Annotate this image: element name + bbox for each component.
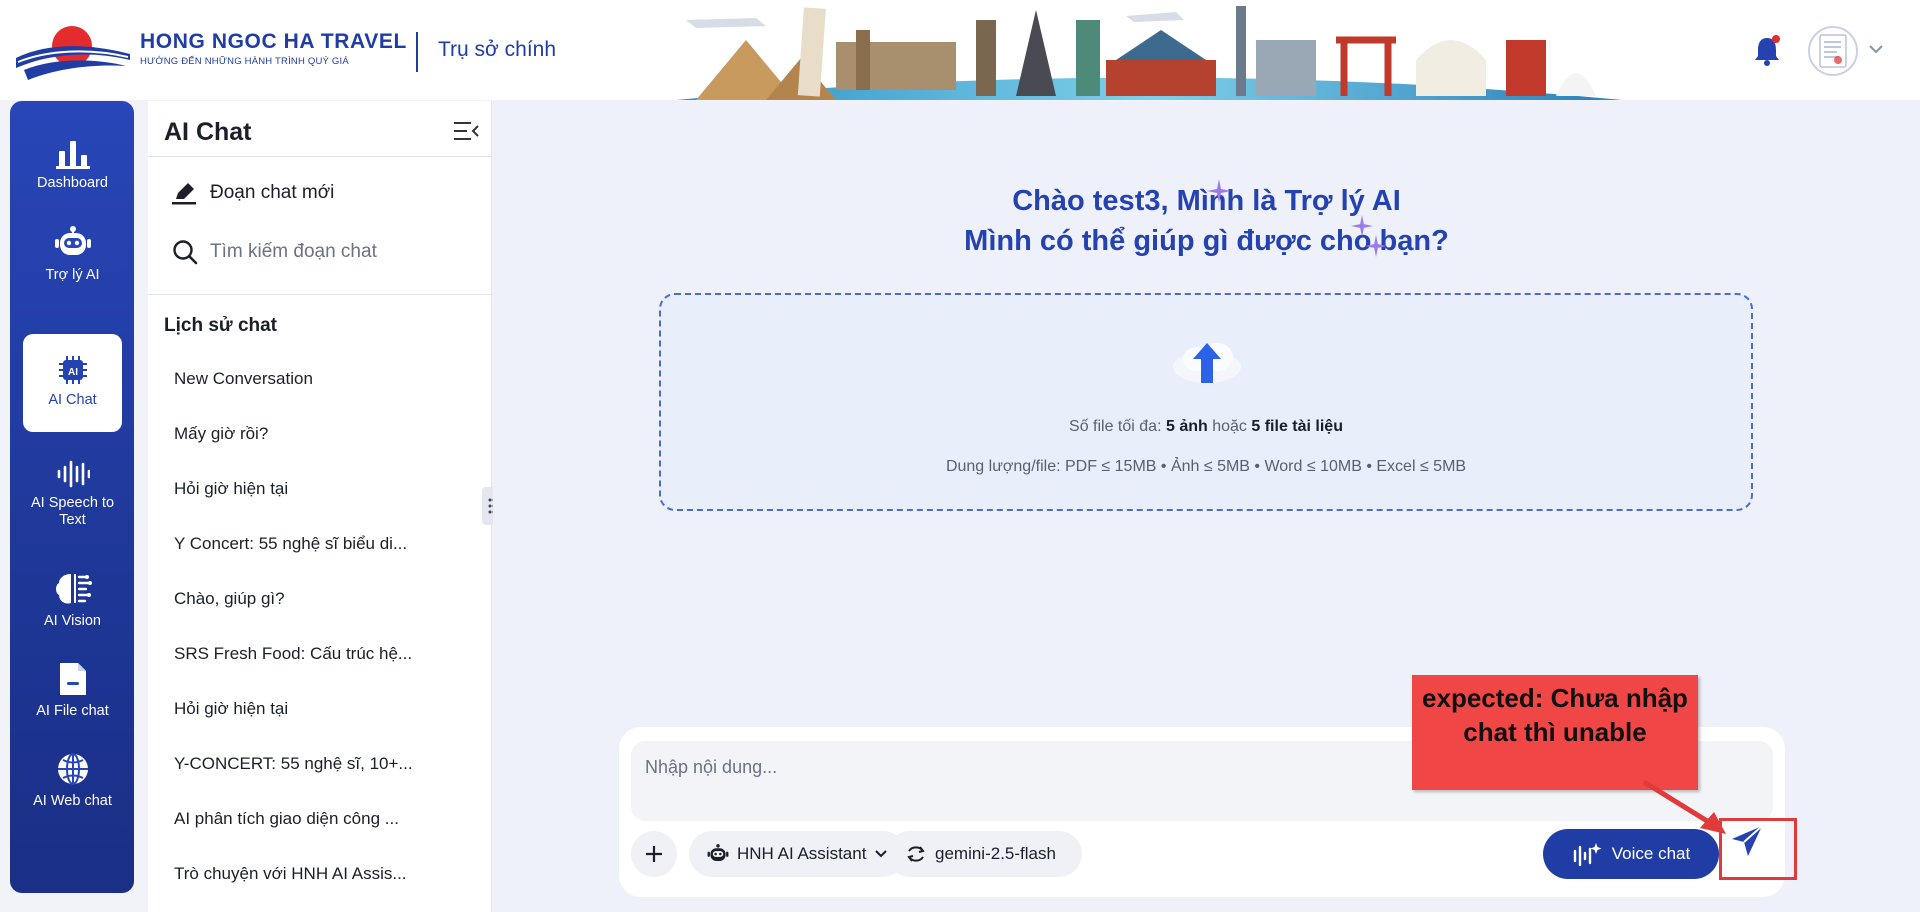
swap-icon: [907, 846, 925, 862]
nav-label: AI Speech to Text: [30, 495, 115, 528]
office-name[interactable]: Trụ sở chính: [438, 38, 556, 62]
robot-icon: [707, 844, 729, 861]
history-item[interactable]: New Conversation: [174, 369, 434, 389]
brand: HONG NGOC HA TRAVEL HƯỚNG ĐẾN NHỮNG HÀNH…: [140, 30, 407, 67]
collapse-panel-icon[interactable]: [453, 120, 479, 142]
plus-icon: [646, 846, 662, 862]
robot-icon: [54, 226, 91, 255]
nav-item-dashboard[interactable]: Dashboard: [23, 117, 122, 215]
nav-item-ai-vision[interactable]: AI Vision: [23, 561, 122, 659]
sidebar-nav: Dashboard Trợ lý AI AI AI Chat AI Speech…: [10, 101, 134, 893]
upload-limit-prefix: Số file tối đa:: [1069, 418, 1162, 435]
nav-label: AI Web chat: [33, 793, 112, 809]
ai-chip-icon: AI: [58, 356, 87, 384]
avatar[interactable]: [1808, 26, 1858, 76]
svg-text:AI: AI: [68, 367, 78, 378]
travel-landmarks-banner: [676, 6, 1622, 100]
bar-chart-icon: [55, 141, 90, 169]
upload-cloud-icon: [1173, 343, 1241, 383]
sparkle-icon: [1351, 215, 1373, 237]
upload-limit-docs: 5 file tài liệu: [1251, 418, 1343, 435]
nav-item-tro-ly-ai[interactable]: Trợ lý AI: [23, 207, 122, 305]
nav-item-ai-speech-to-text[interactable]: AI Speech to Text: [23, 453, 122, 551]
history-item[interactable]: SRS Fresh Food: Cấu trúc hệ...: [174, 644, 434, 664]
send-icon: [1732, 825, 1763, 856]
pen-icon: [172, 183, 196, 205]
history-item[interactable]: Mấy giờ rồi?: [174, 424, 434, 444]
globe-icon: [57, 753, 88, 785]
divider: [416, 32, 418, 72]
search-icon: [173, 240, 198, 265]
upload-sizes: Dung lượng/file: PDF ≤ 15MB • Ảnh ≤ 5MB …: [945, 458, 1467, 475]
upload-dropzone[interactable]: Số file tối đa: 5 ảnh hoặc 5 file tài li…: [659, 293, 1753, 511]
nav-label: AI Vision: [44, 613, 101, 629]
nav-label: Trợ lý AI: [45, 267, 100, 283]
header: HONG NGOC HA TRAVEL HƯỚNG ĐẾN NHỮNG HÀNH…: [0, 0, 1920, 100]
brand-logo: [16, 26, 130, 80]
annotation-arrow-icon: [1642, 779, 1726, 834]
send-button[interactable]: [1725, 819, 1769, 863]
folder-icon: [59, 663, 86, 695]
search-input[interactable]: [210, 241, 460, 263]
brain-icon: [55, 574, 92, 604]
waveform-icon: [57, 460, 90, 488]
chevron-down-icon[interactable]: [1868, 42, 1884, 56]
model-label: gemini-2.5-flash: [935, 844, 1056, 863]
new-chat-label: Đoạn chat mới: [210, 182, 335, 203]
upload-limit-images: 5 ảnh: [1165, 418, 1208, 435]
upload-limit: Số file tối đa: 5 ảnh hoặc 5 file tài li…: [661, 418, 1751, 436]
history-item[interactable]: Chào, giúp gì?: [174, 589, 434, 609]
history-item[interactable]: Hỏi giờ hiện tại: [174, 699, 434, 719]
chat-history-panel: AI Chat Đoạn chat mới Lịch sử chat New C…: [148, 101, 492, 912]
history-item[interactable]: AI phân tích giao diện công ...: [174, 809, 434, 829]
chat-search: [172, 239, 472, 265]
sparkle-icon: [1207, 179, 1231, 203]
model-select[interactable]: gemini-2.5-flash: [887, 831, 1082, 877]
annotation-callout: expected: Chưa nhập chat thì unable: [1412, 675, 1698, 790]
history-title: Lịch sử chat: [164, 315, 278, 336]
document-avatar-icon: [1819, 34, 1847, 68]
divider: [148, 156, 491, 157]
history-item[interactable]: Y-CONCERT: 55 nghệ sĩ, 10+...: [174, 754, 434, 774]
greeting-line-2: Mình có thể giúp gì được cho bạn?: [964, 225, 1449, 257]
assistant-select[interactable]: HNH AI Assistant: [689, 831, 907, 877]
nav-label: Dashboard: [37, 175, 108, 191]
upload-limit-or: hoặc: [1212, 418, 1247, 435]
nav-label: AI File chat: [36, 703, 109, 719]
history-item[interactable]: Y Concert: 55 nghệ sĩ biểu di...: [174, 534, 434, 554]
voice-wave-icon: [1573, 843, 1602, 867]
brand-tagline: HƯỚNG ĐẾN NHỮNG HÀNH TRÌNH QUÝ GIÁ: [140, 56, 349, 67]
assistant-label: HNH AI Assistant: [737, 844, 867, 863]
history-item[interactable]: Hỏi giờ hiện tại: [174, 479, 434, 499]
sparkle-icon: [1365, 235, 1387, 257]
voice-chat-label: Voice chat: [1611, 844, 1691, 863]
panel-title: AI Chat: [164, 118, 252, 146]
nav-label: AI Chat: [48, 392, 97, 408]
nav-item-ai-web-chat[interactable]: AI Web chat: [23, 741, 122, 839]
brand-name: HONG NGOC HA TRAVEL: [140, 30, 407, 53]
attach-button[interactable]: [631, 831, 677, 877]
divider: [148, 294, 491, 295]
new-chat-button[interactable]: Đoạn chat mới: [172, 181, 334, 205]
nav-item-ai-chat[interactable]: AI AI Chat: [23, 334, 122, 432]
nav-item-ai-file-chat[interactable]: AI File chat: [23, 651, 122, 749]
bell-icon[interactable]: [1752, 34, 1782, 68]
history-item[interactable]: Trò chuyện với HNH AI Assis...: [174, 864, 434, 884]
